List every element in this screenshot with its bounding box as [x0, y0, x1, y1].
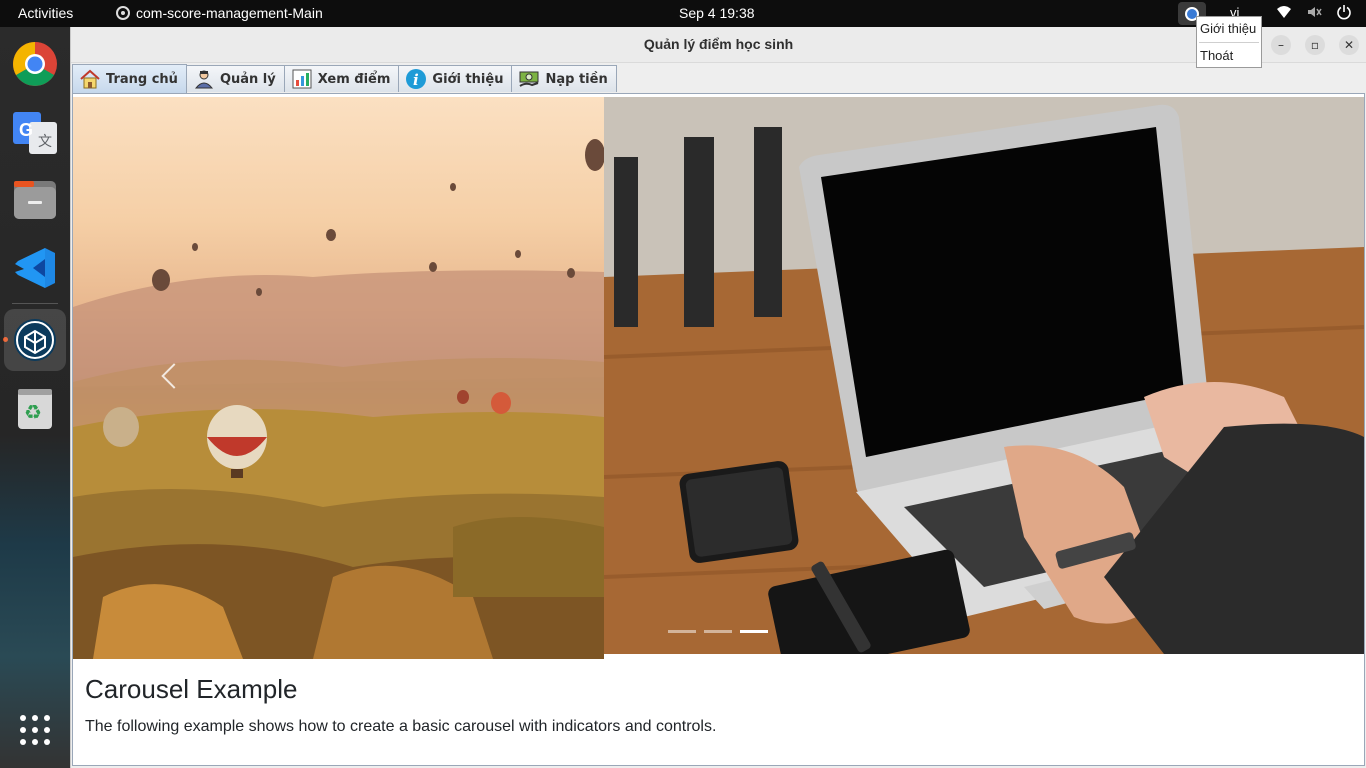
app-menu[interactable]: com-score-management-Main: [116, 5, 323, 21]
volume-muted-icon: [1308, 7, 1322, 17]
activities-button[interactable]: Activities: [18, 5, 73, 21]
svg-text:G: G: [19, 120, 33, 140]
carousel-indicator-3-active[interactable]: [740, 630, 768, 633]
carousel-indicator-2[interactable]: [704, 630, 732, 633]
tab-gioi-thieu[interactable]: i Giới thiệu: [398, 65, 513, 92]
java-app-icon[interactable]: [4, 309, 66, 371]
google-translate-icon[interactable]: G 文: [10, 107, 60, 157]
carousel-indicators: [668, 630, 768, 633]
app-grid-icon[interactable]: [10, 705, 60, 755]
svg-text:♻: ♻: [24, 400, 42, 424]
maximize-button[interactable]: ▫: [1305, 35, 1325, 55]
home-icon: [79, 68, 101, 90]
tab-trang-chu[interactable]: Trang chủ: [72, 64, 187, 93]
carousel-slide-balloons: [73, 97, 604, 659]
page-heading: Carousel Example: [85, 674, 298, 704]
menu-item-gioi-thieu[interactable]: Giới thiệu: [1197, 17, 1261, 41]
wifi-icon: [1277, 6, 1291, 18]
tab-label: Nạp tiền: [545, 71, 608, 87]
top-bar: Activities com-score-management-Main Sep…: [0, 0, 1366, 27]
tab-label: Quản lý: [219, 71, 276, 87]
carousel: [73, 97, 1364, 659]
system-tray[interactable]: [1276, 4, 1352, 20]
vscode-icon[interactable]: [10, 243, 60, 293]
money-icon: [518, 68, 540, 90]
files-icon[interactable]: [10, 175, 60, 225]
chart-icon: [291, 68, 313, 90]
close-button[interactable]: ✕: [1339, 35, 1359, 55]
java-app-small-icon: [116, 6, 130, 20]
app-window: Quản lý điểm học sinh – ▫ ✕ Trang chủ Qu…: [70, 27, 1366, 768]
tab-quan-ly[interactable]: Quản lý: [185, 65, 285, 92]
svg-text:文: 文: [38, 134, 52, 150]
carousel-indicator-1[interactable]: [668, 630, 696, 633]
tab-label: Xem điểm: [317, 71, 391, 87]
trash-icon[interactable]: ♻: [10, 383, 60, 433]
svg-text:i: i: [413, 71, 419, 89]
window-title: Quản lý điểm học sinh: [643, 36, 794, 52]
power-icon: [1337, 5, 1351, 20]
people-icon: [193, 68, 215, 90]
app-name-label: com-score-management-Main: [136, 5, 323, 21]
tab-bar: Trang chủ Quản lý Xem điểm i Giới thiệu …: [72, 64, 617, 93]
clock[interactable]: Sep 4 19:38: [679, 5, 755, 21]
chrome-icon[interactable]: [10, 39, 60, 89]
tab-label: Trang chủ: [106, 71, 178, 87]
tray-popup-menu: Giới thiệu Thoát: [1196, 16, 1262, 68]
tab-xem-diem[interactable]: Xem điểm: [283, 65, 400, 92]
minimize-button[interactable]: –: [1271, 35, 1291, 55]
window-titlebar[interactable]: Quản lý điểm học sinh – ▫ ✕: [71, 27, 1366, 63]
page-description: The following example shows how to creat…: [85, 718, 717, 735]
tab-label: Giới thiệu: [432, 71, 504, 87]
menu-separator: [1199, 42, 1259, 43]
dock: G 文 ♻: [0, 27, 70, 768]
tab-content-panel: Carousel Example The following example s…: [72, 93, 1365, 766]
menu-item-thoat[interactable]: Thoát: [1197, 44, 1261, 68]
carousel-prev-icon[interactable]: [159, 359, 179, 393]
tab-nap-tien[interactable]: Nạp tiền: [511, 65, 617, 92]
info-icon: i: [405, 68, 427, 90]
carousel-slide-laptop: [604, 97, 1364, 654]
